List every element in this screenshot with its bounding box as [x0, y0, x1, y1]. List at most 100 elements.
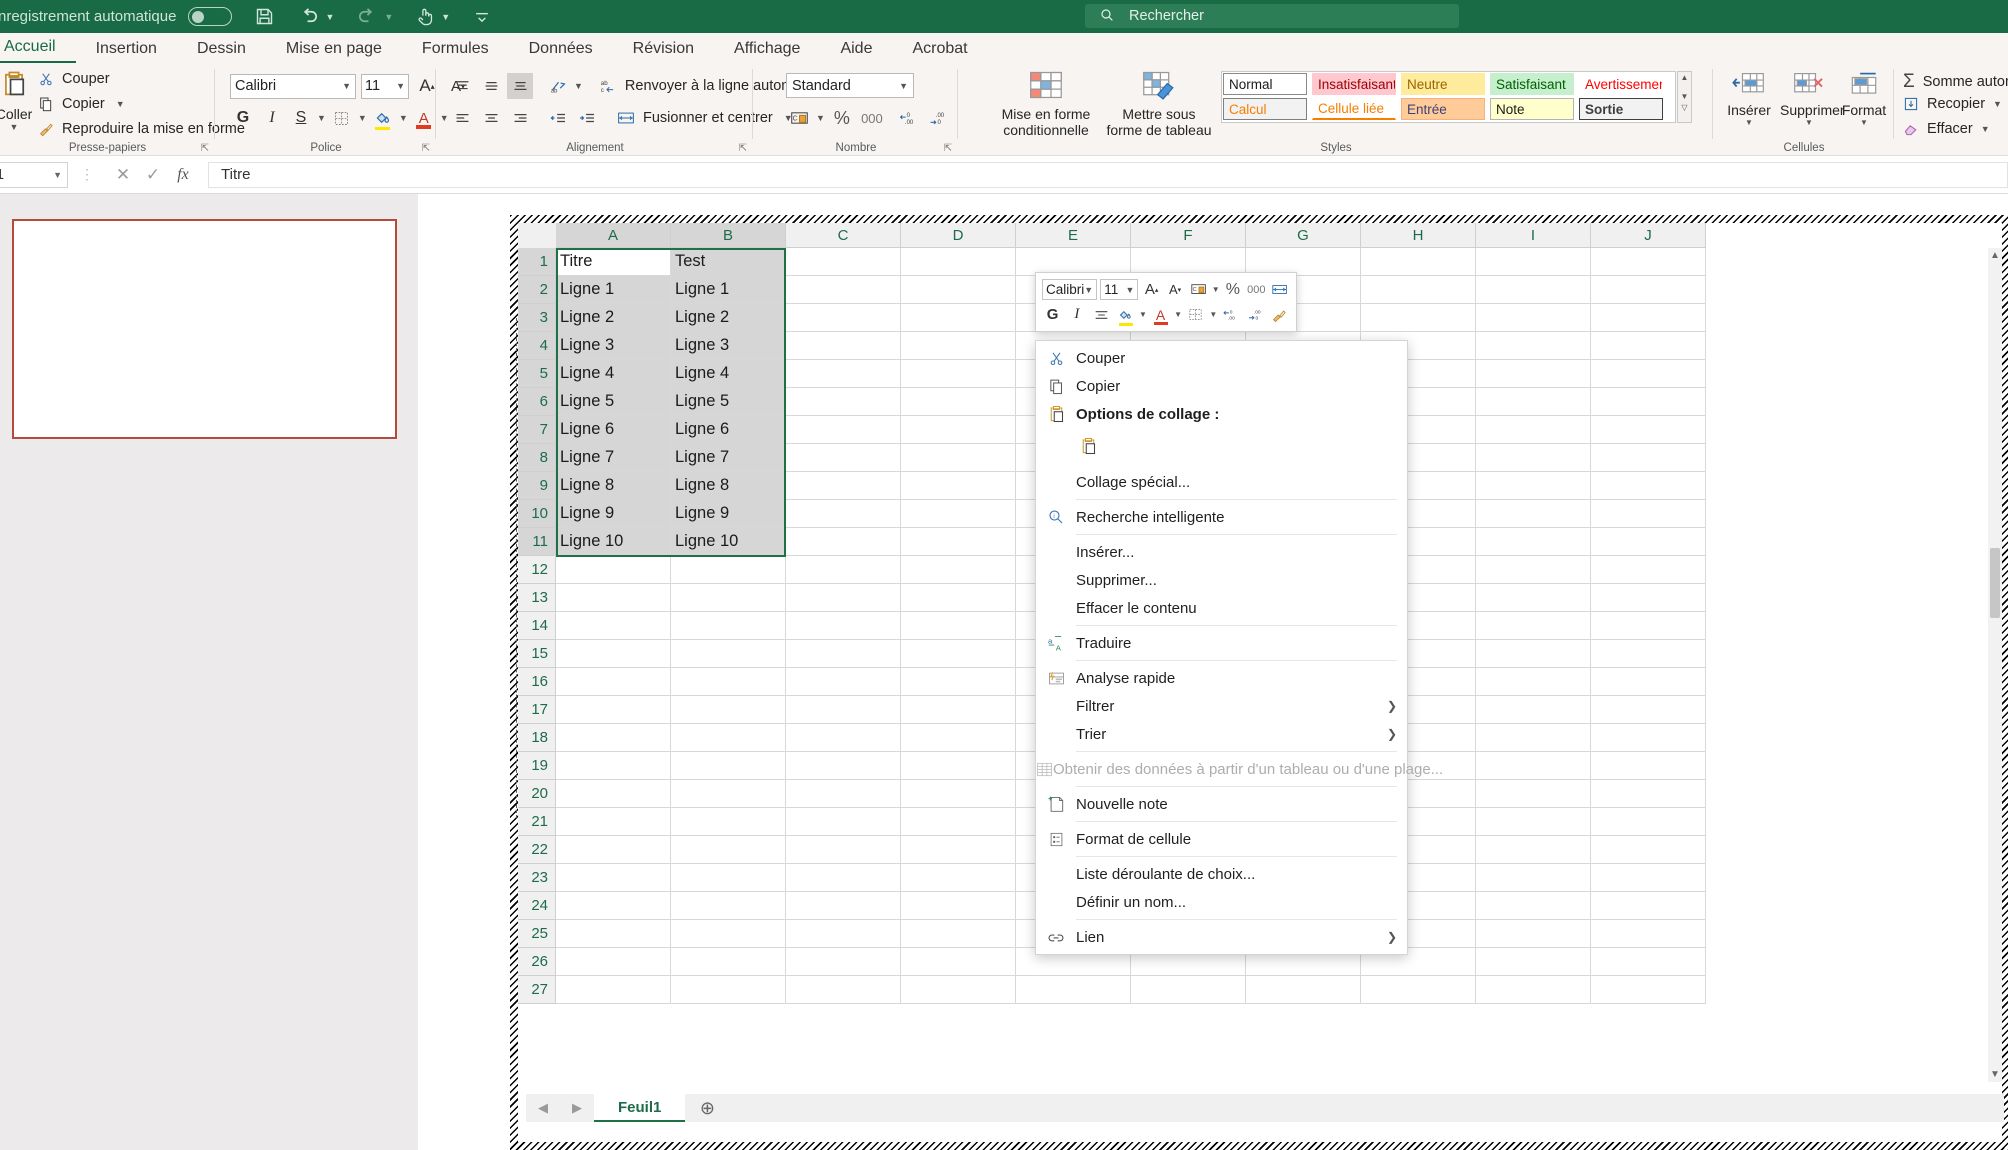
alignment-dialog-launcher[interactable]: ⇱: [739, 143, 747, 154]
touch-mode-caret[interactable]: ▼: [441, 12, 450, 22]
fill-color-caret[interactable]: ▼: [399, 113, 408, 123]
fill-color-icon[interactable]: [370, 105, 396, 131]
cell-J20[interactable]: [1591, 780, 1706, 808]
cell-D26[interactable]: [901, 948, 1016, 976]
style-sortie[interactable]: Sortie: [1579, 98, 1663, 120]
cell-I12[interactable]: [1476, 556, 1591, 584]
cell-B18[interactable]: [671, 724, 786, 752]
row-header-2[interactable]: 2: [518, 276, 556, 304]
menu-item-recherche-intelligente[interactable]: i Recherche intelligente: [1036, 503, 1407, 531]
cell-A24[interactable]: [556, 892, 671, 920]
gallery-expand-icon[interactable]: ▽: [1678, 103, 1691, 112]
cell-B20[interactable]: [671, 780, 786, 808]
cell-I9[interactable]: [1476, 472, 1591, 500]
style-entree[interactable]: Entrée: [1401, 98, 1485, 120]
cell-B14[interactable]: [671, 612, 786, 640]
cell-J5[interactable]: [1591, 360, 1706, 388]
cell-J13[interactable]: [1591, 584, 1706, 612]
row-header-13[interactable]: 13: [518, 584, 556, 612]
cell-C4[interactable]: [786, 332, 901, 360]
format-cells-button[interactable]: Format ▼: [1840, 71, 1888, 127]
cell-J15[interactable]: [1591, 640, 1706, 668]
menu-item-trier[interactable]: Trier ❯: [1036, 720, 1407, 748]
next-sheet-icon[interactable]: ▶: [560, 1100, 594, 1116]
cell-I27[interactable]: [1476, 976, 1591, 1004]
document-thumbnail[interactable]: [12, 219, 397, 439]
cell-I17[interactable]: [1476, 696, 1591, 724]
cell-J8[interactable]: [1591, 444, 1706, 472]
row-header-12[interactable]: 12: [518, 556, 556, 584]
cell-I11[interactable]: [1476, 528, 1591, 556]
autosave-toggle[interactable]: [188, 7, 233, 26]
cut-button[interactable]: Couper: [38, 71, 110, 87]
cell-G27[interactable]: [1246, 976, 1361, 1004]
cell-C24[interactable]: [786, 892, 901, 920]
column-header-A[interactable]: A: [556, 223, 671, 248]
font-dialog-launcher[interactable]: ⇱: [422, 143, 430, 154]
vertical-scrollbar[interactable]: ▲ ▼: [1988, 248, 2002, 1082]
cell-D1[interactable]: [901, 248, 1016, 276]
cell-I20[interactable]: [1476, 780, 1591, 808]
cell-I26[interactable]: [1476, 948, 1591, 976]
cell-A5[interactable]: Ligne 4: [556, 360, 671, 388]
cell-C27[interactable]: [786, 976, 901, 1004]
scroll-up-icon[interactable]: ▲: [1988, 250, 2002, 261]
menu-item-effacer-le-contenu[interactable]: Effacer le contenu: [1036, 594, 1407, 622]
cell-D3[interactable]: [901, 304, 1016, 332]
style-satisfaisant[interactable]: Satisfaisant: [1490, 73, 1574, 95]
mini-borders-caret[interactable]: ▼: [1209, 310, 1217, 319]
row-header-17[interactable]: 17: [518, 696, 556, 724]
decrease-decimal-icon[interactable]: .00 0: [925, 105, 951, 131]
cell-D16[interactable]: [901, 668, 1016, 696]
cell-B2[interactable]: Ligne 1: [671, 276, 786, 304]
increase-indent-button[interactable]: [574, 105, 600, 131]
cell-J14[interactable]: [1591, 612, 1706, 640]
cell-J25[interactable]: [1591, 920, 1706, 948]
number-format-combo[interactable]: Standard ▼: [786, 73, 914, 98]
cell-D10[interactable]: [901, 500, 1016, 528]
cell-D27[interactable]: [901, 976, 1016, 1004]
cell-B16[interactable]: [671, 668, 786, 696]
cell-D19[interactable]: [901, 752, 1016, 780]
gallery-scroll-down-icon[interactable]: ▼: [1678, 92, 1691, 101]
mini-percent-button[interactable]: %: [1223, 278, 1243, 301]
row-header-3[interactable]: 3: [518, 304, 556, 332]
mini-thousands-button[interactable]: 000: [1246, 278, 1266, 301]
cell-J18[interactable]: [1591, 724, 1706, 752]
mini-borders-icon[interactable]: [1185, 303, 1206, 326]
cell-C3[interactable]: [786, 304, 901, 332]
cell-C8[interactable]: [786, 444, 901, 472]
cell-C25[interactable]: [786, 920, 901, 948]
cell-D12[interactable]: [901, 556, 1016, 584]
cell-C1[interactable]: [786, 248, 901, 276]
clipboard-dialog-launcher[interactable]: ⇱: [201, 143, 209, 154]
cell-I14[interactable]: [1476, 612, 1591, 640]
percent-style-button[interactable]: %: [829, 105, 855, 131]
cell-B10[interactable]: Ligne 9: [671, 500, 786, 528]
cell-J10[interactable]: [1591, 500, 1706, 528]
mini-fill-color-icon[interactable]: [1115, 303, 1136, 326]
cell-B15[interactable]: [671, 640, 786, 668]
row-header-27[interactable]: 27: [518, 976, 556, 1004]
cell-J16[interactable]: [1591, 668, 1706, 696]
cell-A19[interactable]: [556, 752, 671, 780]
cell-D7[interactable]: [901, 416, 1016, 444]
column-header-E[interactable]: E: [1016, 223, 1131, 248]
cell-J21[interactable]: [1591, 808, 1706, 836]
cell-D9[interactable]: [901, 472, 1016, 500]
redo-icon[interactable]: ▼: [356, 5, 393, 28]
cell-A22[interactable]: [556, 836, 671, 864]
cell-A25[interactable]: [556, 920, 671, 948]
cell-I24[interactable]: [1476, 892, 1591, 920]
menu-item-couper[interactable]: Couper: [1036, 344, 1407, 372]
column-header-F[interactable]: F: [1131, 223, 1246, 248]
cell-D21[interactable]: [901, 808, 1016, 836]
cell-A26[interactable]: [556, 948, 671, 976]
cell-D17[interactable]: [901, 696, 1016, 724]
mini-accounting-caret[interactable]: ▼: [1212, 285, 1220, 294]
cell-J22[interactable]: [1591, 836, 1706, 864]
menu-item-nouvelle-note[interactable]: Nouvelle note: [1036, 790, 1407, 818]
cell-A3[interactable]: Ligne 2: [556, 304, 671, 332]
row-header-18[interactable]: 18: [518, 724, 556, 752]
style-cellule-liee[interactable]: Cellule liée: [1312, 98, 1396, 120]
